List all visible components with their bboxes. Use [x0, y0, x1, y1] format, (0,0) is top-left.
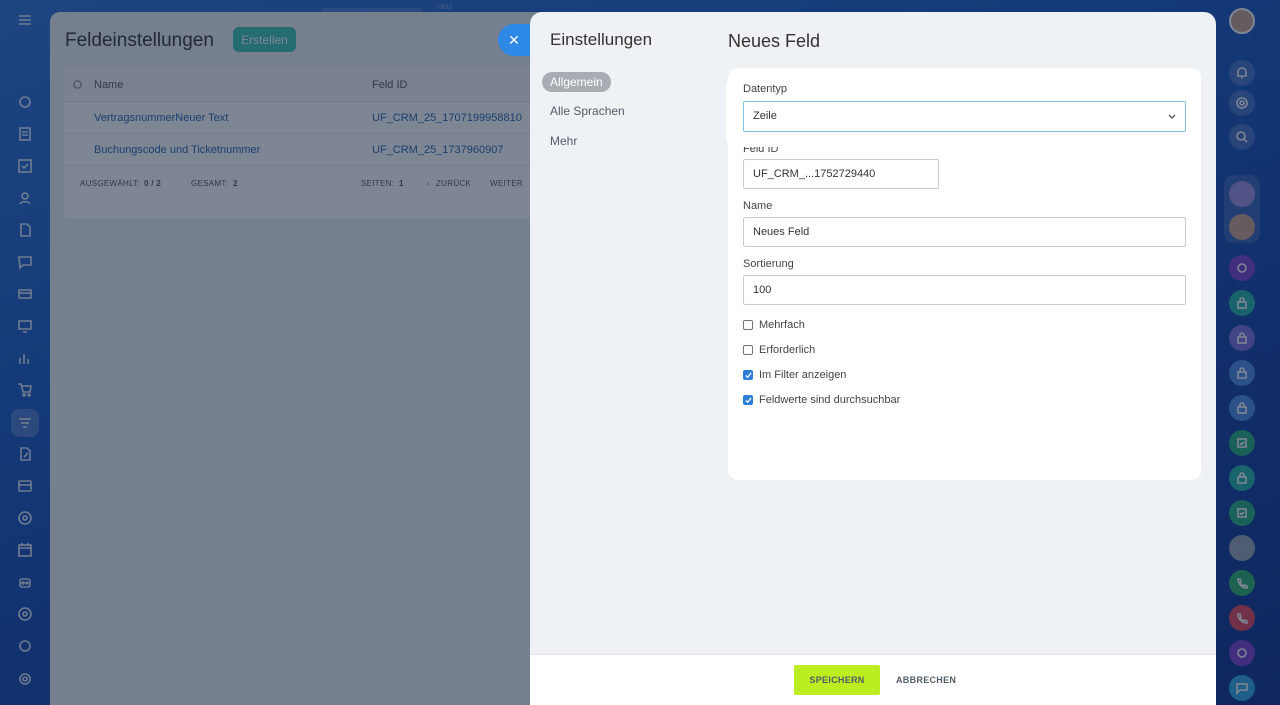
row-id-link[interactable]: UF_CRM_25_1707199958810 [372, 112, 522, 124]
user-avatar-3[interactable] [1229, 535, 1255, 561]
bell-icon[interactable] [1229, 60, 1255, 86]
table-header: Name Feld ID [64, 68, 544, 102]
file-icon[interactable] [13, 218, 37, 242]
tab-more[interactable]: Mehr [542, 131, 585, 151]
chevron-down-icon [1168, 114, 1176, 119]
chat-icon[interactable] [13, 250, 37, 274]
column-name[interactable]: Name [94, 79, 123, 91]
row-id-link[interactable]: UF_CRM_25_1737960907 [372, 144, 503, 156]
search-chat-icon[interactable] [1229, 124, 1255, 150]
chat-icon[interactable] [1229, 675, 1255, 701]
lock-icon[interactable] [1229, 360, 1255, 386]
gear-icon[interactable] [72, 79, 83, 90]
page-title: Feldeinstellungen [65, 30, 214, 51]
card-icon[interactable] [13, 282, 37, 306]
checkbox-box[interactable] [743, 345, 753, 355]
selected-count: 0 / 2 [144, 179, 162, 188]
save-button[interactable]: Speichern [794, 665, 880, 695]
pages-label: Seiten: [361, 179, 395, 188]
sort-input[interactable]: 100 [743, 275, 1186, 305]
checkbox-box[interactable] [743, 395, 753, 405]
document-icon[interactable] [13, 122, 37, 146]
sync-icon[interactable] [13, 90, 37, 114]
sort-label: Sortierung [743, 258, 794, 270]
checkbox-box[interactable] [743, 320, 753, 330]
analytics-icon[interactable] [13, 346, 37, 370]
payment-icon[interactable] [13, 474, 37, 498]
task-icon[interactable] [13, 154, 37, 178]
datatype-value: Zeile [753, 110, 777, 122]
table-footer: Ausgewählt: 0 / 2 Gesamt: 2 Seiten: 1 ‹ … [64, 166, 544, 196]
column-field-id[interactable]: Feld ID [372, 79, 407, 91]
lock-icon[interactable] [1229, 395, 1255, 421]
field-settings-panel: Feldeinstellungen Erstellen Name Feld ID… [50, 12, 550, 705]
edit-doc-icon[interactable] [13, 442, 37, 466]
lock-icon[interactable] [1229, 465, 1255, 491]
checkbox-label: Mehrfach [759, 319, 805, 331]
lock-icon[interactable] [1229, 290, 1255, 316]
field-id-input[interactable]: UF_CRM_...1752729440 [743, 159, 939, 189]
settings-icon[interactable] [13, 667, 37, 691]
target-icon[interactable] [13, 602, 37, 626]
channel-icon[interactable] [1229, 640, 1255, 666]
monitor-icon[interactable] [13, 314, 37, 338]
table-row[interactable]: VertragsnummerNeuer Text UF_CRM_25_17071… [64, 102, 544, 134]
total-label: Gesamt: [191, 179, 229, 188]
name-label: Name [743, 200, 773, 212]
channel-icon[interactable] [1229, 255, 1255, 281]
next-page-link[interactable]: Weiter [490, 179, 523, 188]
task-icon[interactable] [1229, 430, 1255, 456]
checkbox-label: Feldwerte sind durchsuchbar [759, 394, 901, 406]
left-navigation-rail [0, 0, 50, 705]
robot-icon[interactable] [13, 570, 37, 594]
slider-title: Einstellungen [550, 30, 653, 49]
slider-footer: Speichern Abbrechen [530, 654, 1216, 705]
close-button[interactable]: ✕ [498, 24, 530, 56]
checkbox-label: Erforderlich [759, 344, 816, 356]
cart-icon[interactable] [13, 378, 37, 402]
menu-icon[interactable] [13, 8, 37, 32]
checkbox-label: Im Filter anzeigen [759, 369, 847, 381]
form-title: Neues Feld [728, 31, 821, 51]
tab-general[interactable]: Allgemein [542, 72, 611, 92]
new-badge: NEU [437, 4, 452, 11]
calendar-icon[interactable] [13, 538, 37, 562]
check-icon [745, 372, 752, 379]
chevron-left-icon: ‹ [427, 179, 430, 188]
cancel-button[interactable]: Abbrechen [890, 665, 962, 695]
check-icon [745, 397, 752, 404]
row-name-link[interactable]: VertragsnummerNeuer Text [94, 112, 228, 124]
lock-icon[interactable] [1229, 325, 1255, 351]
prev-page-link[interactable]: Zurück [436, 179, 471, 188]
badge-icon[interactable] [13, 634, 37, 658]
datatype-highlight: Datentyp Zeile [728, 78, 1195, 145]
page-number: 1 [399, 179, 404, 188]
target-icon[interactable] [1229, 90, 1255, 116]
funnel-icon[interactable] [11, 409, 39, 437]
total-count: 2 [233, 179, 238, 188]
chat-avatar[interactable] [1229, 181, 1255, 207]
user-avatar-2[interactable] [1229, 214, 1255, 240]
phone-icon[interactable] [1229, 570, 1255, 596]
contacts-icon[interactable] [13, 186, 37, 210]
user-avatar[interactable] [1229, 8, 1255, 34]
task-icon[interactable] [1229, 500, 1255, 526]
fields-table: Name Feld ID VertragsnummerNeuer Text UF… [64, 68, 544, 218]
create-button[interactable]: Erstellen [233, 27, 296, 52]
datatype-label: Datentyp [743, 83, 788, 95]
selected-label: Ausgewählt: [80, 179, 141, 188]
right-rail [1216, 0, 1280, 705]
phone-icon[interactable] [1229, 605, 1255, 631]
name-input[interactable]: Neues Feld [743, 217, 1186, 247]
datatype-select[interactable]: Zeile [743, 101, 1186, 132]
shield-icon[interactable] [13, 506, 37, 530]
tab-all-languages[interactable]: Alle Sprachen [542, 101, 633, 121]
checkbox-box[interactable] [743, 370, 753, 380]
row-name-link[interactable]: Buchungscode und Ticketnummer [94, 144, 260, 156]
table-row[interactable]: Buchungscode und Ticketnummer UF_CRM_25_… [64, 134, 544, 166]
